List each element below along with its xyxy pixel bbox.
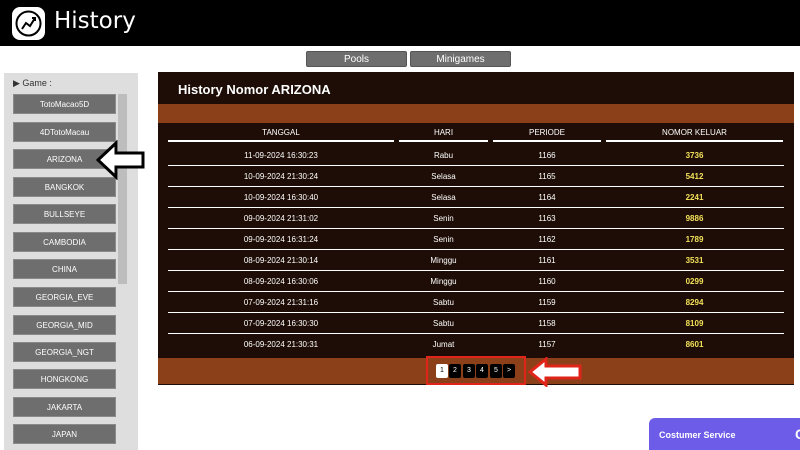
sidebar-item-japan[interactable]: JAPAN <box>13 424 116 444</box>
cell-hari: Minggu <box>430 256 457 265</box>
table-row: 06-09-2024 21:30:31 Jumat 1157 8601 <box>168 334 784 355</box>
cell-tanggal: 10-09-2024 21:30:24 <box>243 172 319 181</box>
column-header-tanggal: TANGGAL <box>168 128 394 142</box>
customer-service-label: Costumer Service <box>659 430 736 440</box>
customer-service-button[interactable]: Costumer Service C <box>649 418 800 450</box>
cell-periode: 1166 <box>538 151 556 160</box>
cell-hari: Sabtu <box>433 319 454 328</box>
table-row: 07-09-2024 21:31:16 Sabtu 1159 8294 <box>168 292 784 313</box>
cell-tanggal: 08-09-2024 16:30:06 <box>243 277 319 286</box>
page-button-5[interactable]: 5 <box>490 364 502 378</box>
table-row: 10-09-2024 16:30:40 Selasa 1164 2241 <box>168 187 784 208</box>
header-bar: History <box>0 0 800 46</box>
table-row: 08-09-2024 21:30:14 Minggu 1161 3531 <box>168 250 784 271</box>
cell-nomor: 1789 <box>685 235 704 244</box>
sidebar-item-georgia-eve[interactable]: GEORGIA_EVE <box>13 287 116 307</box>
cell-tanggal: 09-09-2024 16:31:24 <box>243 235 319 244</box>
cell-periode: 1163 <box>538 214 556 223</box>
arrow-left-icon <box>528 357 582 387</box>
sidebar-item-totomacao5d[interactable]: TotoMacao5D <box>13 94 116 114</box>
cell-nomor: 8294 <box>685 298 704 307</box>
cell-tanggal: 06-09-2024 21:30:31 <box>243 340 319 349</box>
sidebar-item-bullseye[interactable]: BULLSEYE <box>13 204 116 224</box>
history-panel: History Nomor ARIZONA TANGGAL HARI PERIO… <box>158 72 794 385</box>
sidebar-item-hongkong[interactable]: HONGKONG <box>13 369 116 389</box>
cell-periode: 1164 <box>538 193 556 202</box>
tab-pools[interactable]: Pools <box>306 51 407 67</box>
chart-icon <box>12 7 45 40</box>
table-row: 11-09-2024 16:30:23 Rabu 1166 3736 <box>168 145 784 166</box>
sidebar-item-bangkok[interactable]: BANGKOK <box>13 177 116 197</box>
cell-tanggal: 08-09-2024 21:30:14 <box>243 256 319 265</box>
cell-nomor: 0299 <box>685 277 704 286</box>
sidebar-item-china[interactable]: CHINA <box>13 259 116 279</box>
cell-nomor: 2241 <box>685 193 704 202</box>
arrow-left-icon <box>96 140 145 180</box>
page-button-2[interactable]: 2 <box>449 364 461 378</box>
panel-band <box>158 104 794 123</box>
sidebar-scrollbar[interactable] <box>118 94 127 284</box>
cell-tanggal: 11-09-2024 16:30:23 <box>244 151 318 160</box>
table-row: 09-09-2024 16:31:24 Senin 1162 1789 <box>168 229 784 250</box>
cell-tanggal: 07-09-2024 16:30:30 <box>243 319 319 328</box>
cell-periode: 1161 <box>538 256 556 265</box>
page-title: History <box>54 8 136 34</box>
cell-hari: Jumat <box>432 340 455 349</box>
sidebar-item-georgia-mid[interactable]: GEORGIA_MID <box>13 315 116 335</box>
sidebar-item-georgia-ngt[interactable]: GEORGIA_NGT <box>13 342 116 362</box>
cell-tanggal: 09-09-2024 21:31:02 <box>243 214 319 223</box>
cell-tanggal: 10-09-2024 16:30:40 <box>243 193 319 202</box>
cell-hari: Senin <box>433 235 454 244</box>
panel-title: History Nomor ARIZONA <box>178 82 331 97</box>
table-row: 09-09-2024 21:31:02 Senin 1163 9886 <box>168 208 784 229</box>
tab-minigames[interactable]: Minigames <box>410 51 511 67</box>
column-header-periode: PERIODE <box>493 128 601 142</box>
table-row: 08-09-2024 16:30:06 Minggu 1160 0299 <box>168 271 784 292</box>
cell-nomor: 3531 <box>685 256 704 265</box>
cell-hari: Rabu <box>433 151 454 160</box>
cell-nomor: 8601 <box>685 340 704 349</box>
cell-nomor: 8109 <box>685 319 704 328</box>
page-next-button[interactable]: > <box>503 364 515 378</box>
game-sidebar: ▶ Game : TotoMacao5D 4DTotoMacau ARIZONA… <box>4 73 138 450</box>
sidebar-item-jakarta[interactable]: JAKARTA <box>13 397 116 417</box>
table-row: 10-09-2024 21:30:24 Selasa 1165 5412 <box>168 166 784 187</box>
page-button-4[interactable]: 4 <box>476 364 488 378</box>
cell-nomor: 5412 <box>685 172 704 181</box>
cell-periode: 1162 <box>538 235 556 244</box>
column-header-hari: HARI <box>399 128 488 142</box>
cell-periode: 1160 <box>538 277 556 286</box>
sidebar-item-4dtotomacau[interactable]: 4DTotoMacau <box>13 122 116 142</box>
cell-nomor: 3736 <box>685 151 704 160</box>
cell-tanggal: 07-09-2024 21:31:16 <box>243 298 319 307</box>
cell-periode: 1157 <box>538 340 556 349</box>
cell-hari: Senin <box>433 214 454 223</box>
sidebar-item-cambodia[interactable]: CAMBODIA <box>13 232 116 252</box>
customer-service-extra: C <box>795 426 800 442</box>
page-button-1[interactable]: 1 <box>436 364 448 378</box>
cell-hari: Sabtu <box>433 298 454 307</box>
page-button-3[interactable]: 3 <box>463 364 475 378</box>
cell-hari: Selasa <box>431 172 456 181</box>
table-row: 07-09-2024 16:30:30 Sabtu 1158 8109 <box>168 313 784 334</box>
cell-hari: Minggu <box>430 277 457 286</box>
game-label: ▶ Game : <box>13 78 52 88</box>
cell-periode: 1158 <box>538 319 556 328</box>
column-header-nomor-keluar: NOMOR KELUAR <box>606 128 783 142</box>
cell-periode: 1165 <box>538 172 556 181</box>
cell-hari: Selasa <box>431 193 456 202</box>
cell-nomor: 9886 <box>685 214 704 223</box>
cell-periode: 1159 <box>538 298 556 307</box>
